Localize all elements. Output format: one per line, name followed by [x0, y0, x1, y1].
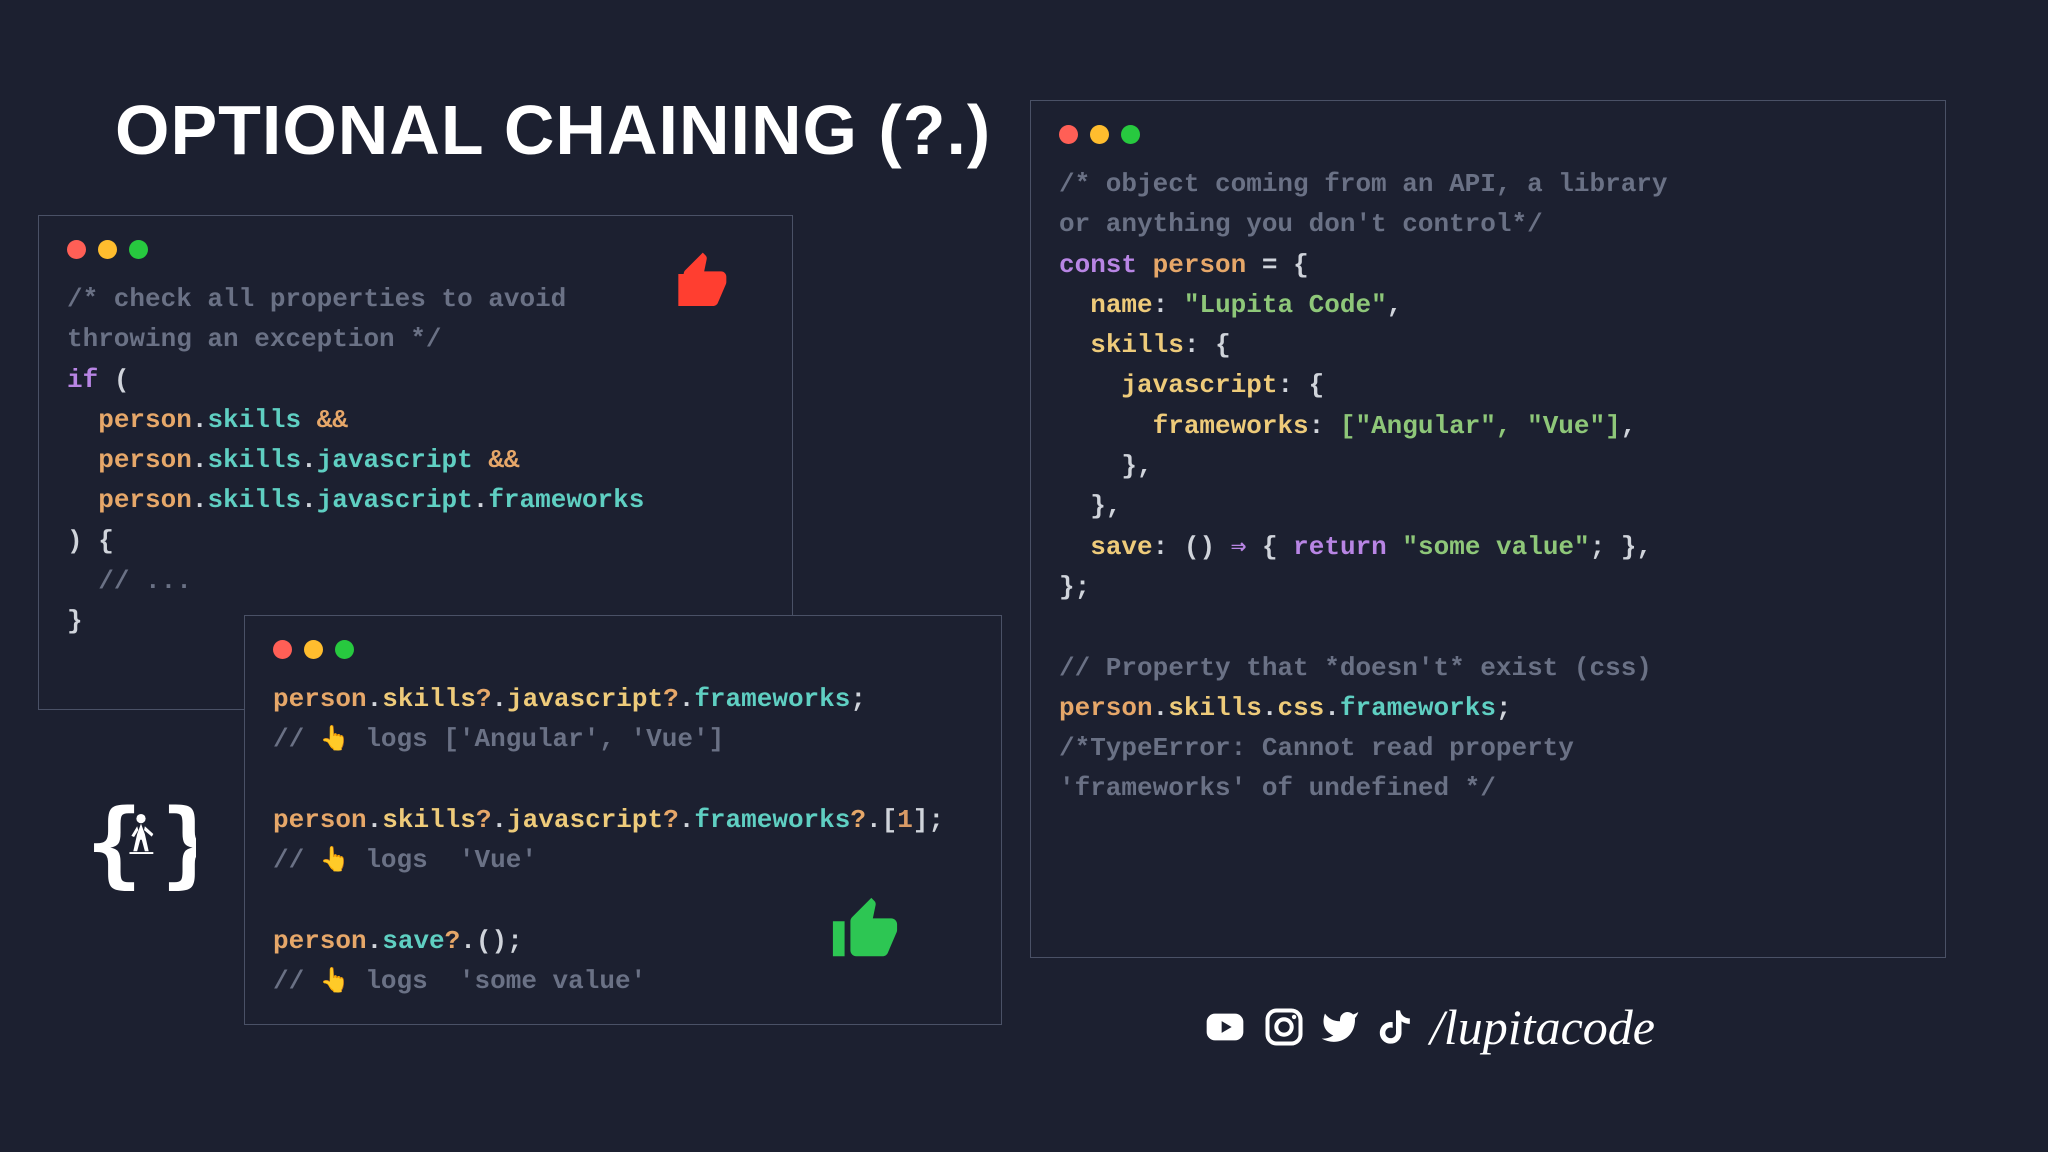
- svg-text:}: }: [161, 793, 196, 899]
- code-ellipsis: // ...: [98, 566, 192, 596]
- tok-skills: skills: [1090, 330, 1184, 360]
- tok-index: 1: [897, 805, 913, 835]
- code-block-3: /* object coming from an API, a library …: [1059, 164, 1917, 809]
- tok-javascript: javascript: [1121, 370, 1277, 400]
- tok-skills: skills: [1168, 693, 1262, 723]
- thumbs-up-icon: [830, 895, 900, 970]
- code-block-1: /* check all properties to avoid throwin…: [67, 279, 764, 642]
- instagram-icon[interactable]: [1262, 1005, 1306, 1049]
- code-window-object: /* object coming from an API, a library …: [1030, 100, 1946, 958]
- tok-skills: skills: [382, 805, 476, 835]
- code-comment: /*TypeError: Cannot read property 'frame…: [1059, 733, 1574, 803]
- youtube-icon[interactable]: [1198, 1007, 1252, 1047]
- tok-skills: skills: [207, 405, 301, 435]
- tok-frameworks: frameworks: [694, 684, 850, 714]
- tok-save: save: [382, 926, 444, 956]
- page-title: OPTIONAL CHAINING (?.): [115, 90, 991, 170]
- tok-javascript: javascript: [507, 684, 663, 714]
- tok-retval: "some value": [1402, 532, 1589, 562]
- kw-const: const: [1059, 250, 1137, 280]
- tok-and: &&: [317, 405, 348, 435]
- tok-person: person: [273, 805, 367, 835]
- tok-javascript: javascript: [317, 445, 473, 475]
- brand-logo-icon: { }: [86, 793, 196, 908]
- social-bar: /lupitacode: [1198, 998, 1655, 1056]
- code-comment: /* object coming from an API, a library …: [1059, 169, 1668, 239]
- tok-skills: skills: [207, 485, 301, 515]
- tok-css: css: [1277, 693, 1324, 723]
- close-icon: [67, 240, 86, 259]
- tok-name-value: "Lupita Code": [1184, 290, 1387, 320]
- tok-person: person: [1059, 693, 1153, 723]
- tok-frameworks: frameworks: [694, 805, 850, 835]
- close-icon: [1059, 125, 1078, 144]
- traffic-lights: [273, 640, 973, 659]
- tok-javascript: javascript: [317, 485, 473, 515]
- maximize-icon: [335, 640, 354, 659]
- tiktok-icon[interactable]: [1374, 1005, 1414, 1049]
- tok-person: person: [273, 684, 367, 714]
- tok-person: person: [98, 405, 192, 435]
- traffic-lights: [1059, 125, 1917, 144]
- pointing-icon: 👆: [320, 727, 350, 754]
- handle-text: /lupitacode: [1430, 998, 1655, 1056]
- close-icon: [273, 640, 292, 659]
- tok-person: person: [1153, 250, 1247, 280]
- maximize-icon: [129, 240, 148, 259]
- kw-if: if: [67, 365, 98, 395]
- svg-text:{: {: [86, 793, 142, 899]
- tok-save: save: [1090, 532, 1152, 562]
- minimize-icon: [1090, 125, 1109, 144]
- log-comment: logs ['Angular', 'Vue']: [365, 724, 724, 754]
- code-comment: // Property that *doesn't* exist (css): [1059, 653, 1652, 683]
- tok-and: &&: [488, 445, 519, 475]
- twitter-icon[interactable]: [1316, 1007, 1364, 1047]
- tok-person: person: [98, 485, 192, 515]
- code-comment: /* check all properties to avoid throwin…: [67, 284, 566, 354]
- tok-frameworks: frameworks: [1153, 411, 1309, 441]
- minimize-icon: [98, 240, 117, 259]
- maximize-icon: [1121, 125, 1140, 144]
- pointing-icon: 👆: [320, 969, 350, 996]
- tok-name: name: [1090, 290, 1152, 320]
- tok-javascript: javascript: [507, 805, 663, 835]
- tok-frameworks: frameworks: [488, 485, 644, 515]
- minimize-icon: [304, 640, 323, 659]
- tok-frameworks: frameworks: [1340, 693, 1496, 723]
- tok-person: person: [273, 926, 367, 956]
- tok-person: person: [98, 445, 192, 475]
- log-comment: logs 'some value': [365, 966, 646, 996]
- tok-array: ["Angular", "Vue"]: [1340, 411, 1621, 441]
- thumbs-down-icon: [665, 250, 729, 319]
- pointing-icon: 👆: [320, 848, 350, 875]
- tok-skills: skills: [207, 445, 301, 475]
- traffic-lights: [67, 240, 764, 259]
- kw-return: return: [1293, 532, 1387, 562]
- tok-skills: skills: [382, 684, 476, 714]
- log-comment: logs 'Vue': [365, 845, 537, 875]
